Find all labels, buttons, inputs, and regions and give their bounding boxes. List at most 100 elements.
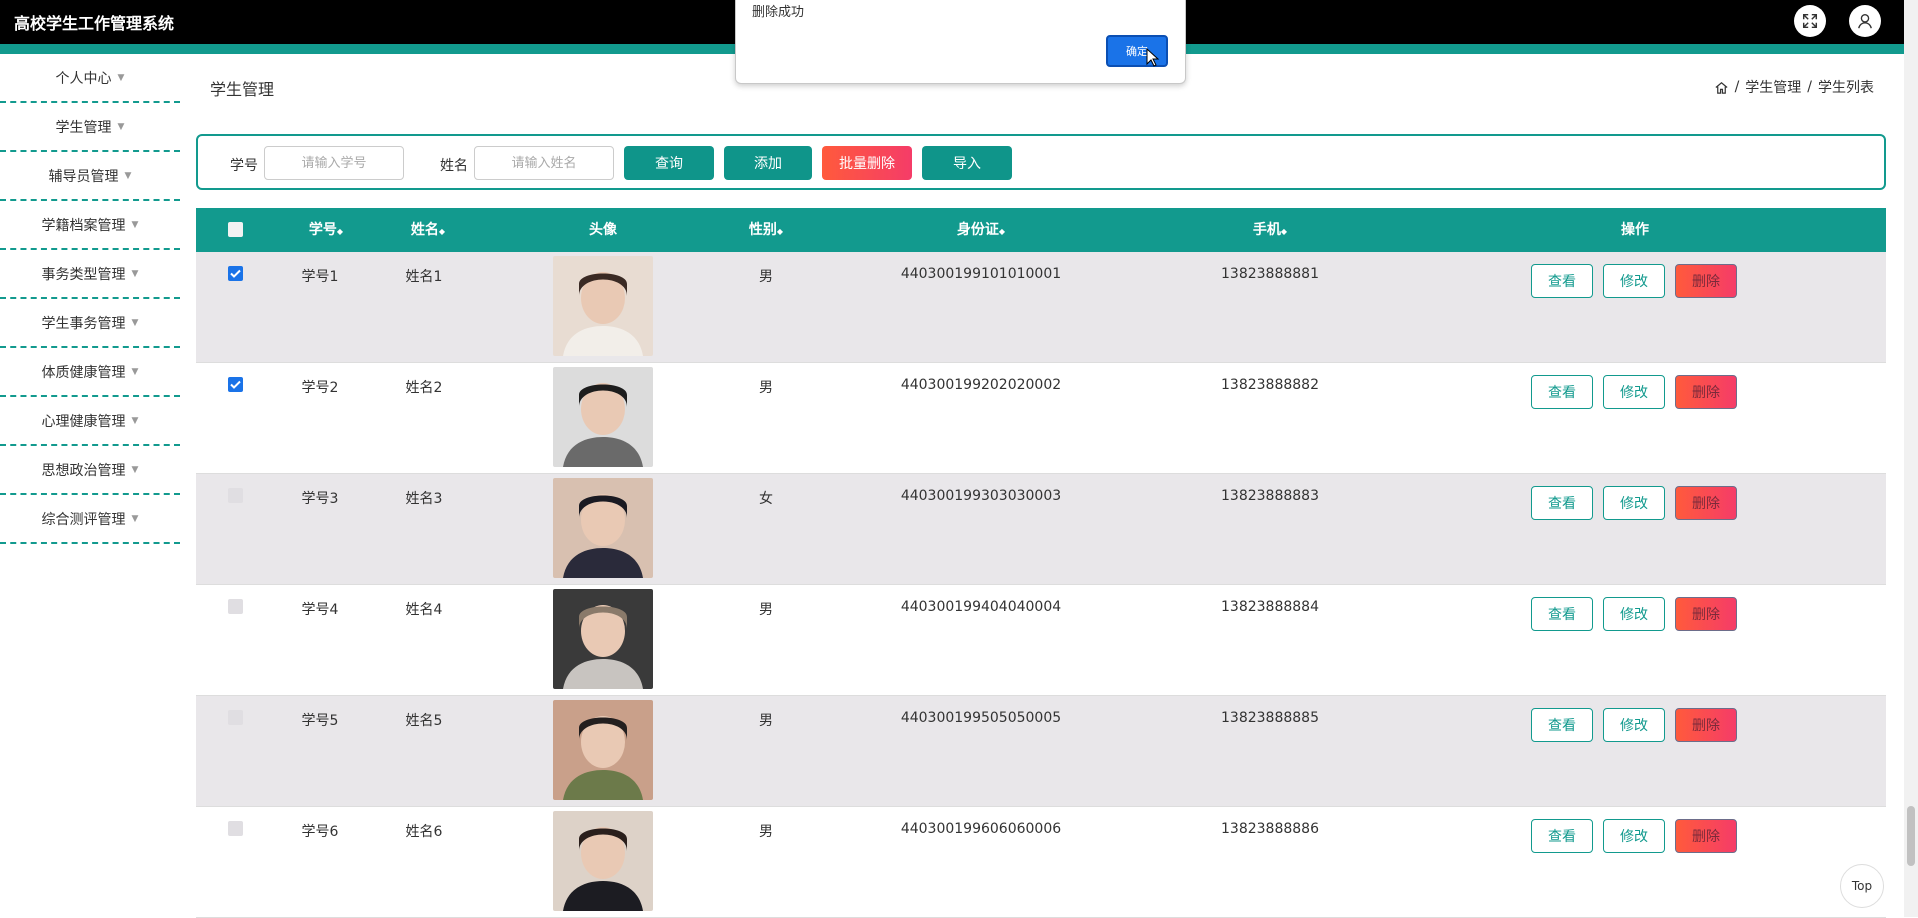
sidebar-item-mental-health[interactable]: 心理健康管理 ▼ bbox=[0, 397, 180, 446]
delete-button[interactable]: 删除 bbox=[1675, 486, 1737, 520]
delete-button[interactable]: 删除 bbox=[1675, 264, 1737, 298]
column-header-id[interactable]: 学号◆ bbox=[309, 208, 343, 252]
row-checkbox[interactable] bbox=[228, 821, 243, 836]
cell-phone: 13823888882 bbox=[1221, 377, 1319, 393]
sort-icon: ◆ bbox=[438, 227, 446, 236]
cell-name: 姓名4 bbox=[405, 602, 443, 618]
student-table: 学号◆ 姓名◆ 头像 性别◆ 身份证◆ 手机◆ 操作 学号1 姓名1 男 440… bbox=[196, 208, 1886, 918]
breadcrumb-separator: / bbox=[1734, 79, 1740, 95]
caret-down-icon: ▼ bbox=[131, 513, 139, 524]
add-button[interactable]: 添加 bbox=[724, 146, 812, 180]
sort-icon: ◆ bbox=[776, 227, 784, 236]
edit-button[interactable]: 修改 bbox=[1603, 264, 1665, 298]
table-row: 学号6 姓名6 男 440300199606060006 13823888886… bbox=[196, 807, 1886, 918]
avatar bbox=[553, 256, 653, 356]
sidebar-item-label: 体质健康管理 bbox=[41, 364, 126, 381]
query-button[interactable]: 查询 bbox=[624, 146, 714, 180]
edit-button[interactable]: 修改 bbox=[1603, 708, 1665, 742]
cell-phone: 13823888885 bbox=[1221, 710, 1319, 726]
scrollbar[interactable] bbox=[1904, 0, 1918, 917]
view-button[interactable]: 查看 bbox=[1531, 597, 1593, 631]
view-button[interactable]: 查看 bbox=[1531, 708, 1593, 742]
cell-phone: 13823888886 bbox=[1221, 821, 1319, 837]
table-row: 学号5 姓名5 男 440300199505050005 13823888885… bbox=[196, 696, 1886, 807]
cell-student-id: 学号5 bbox=[301, 713, 339, 729]
sidebar-item-label: 学生事务管理 bbox=[41, 315, 126, 332]
column-header-actions: 操作 bbox=[1621, 208, 1649, 252]
home-icon[interactable] bbox=[1714, 80, 1729, 95]
edit-button[interactable]: 修改 bbox=[1603, 486, 1665, 520]
edit-button[interactable]: 修改 bbox=[1603, 597, 1665, 631]
sidebar-item-political-education[interactable]: 思想政治管理 ▼ bbox=[0, 446, 180, 495]
sidebar-item-record-management[interactable]: 学籍档案管理 ▼ bbox=[0, 201, 180, 250]
cell-name: 姓名5 bbox=[405, 713, 443, 729]
sort-icon: ◆ bbox=[998, 227, 1006, 236]
row-checkbox[interactable] bbox=[228, 599, 243, 614]
column-header-gender[interactable]: 性别◆ bbox=[749, 208, 783, 252]
row-checkbox[interactable] bbox=[228, 266, 243, 281]
name-input[interactable] bbox=[474, 146, 614, 180]
breadcrumb-item[interactable]: 学生管理 bbox=[1745, 77, 1801, 97]
delete-button[interactable]: 删除 bbox=[1675, 597, 1737, 631]
column-header-idcard[interactable]: 身份证◆ bbox=[957, 208, 1005, 252]
caret-down-icon: ▼ bbox=[131, 268, 139, 279]
avatar bbox=[553, 700, 653, 800]
alert-dialog: 删除成功 确定 bbox=[735, 0, 1186, 84]
user-button[interactable] bbox=[1849, 5, 1881, 37]
search-panel: 学号 姓名 查询 添加 批量删除 导入 bbox=[196, 134, 1886, 190]
student-id-input[interactable] bbox=[264, 146, 404, 180]
sidebar-item-label: 学籍档案管理 bbox=[41, 217, 126, 234]
scrollbar-thumb[interactable] bbox=[1907, 806, 1915, 866]
row-checkbox[interactable] bbox=[228, 377, 243, 392]
sidebar-item-student-affairs[interactable]: 学生事务管理 ▼ bbox=[0, 299, 180, 348]
sidebar-item-label: 心理健康管理 bbox=[41, 413, 126, 430]
sidebar-item-affair-type-management[interactable]: 事务类型管理 ▼ bbox=[0, 250, 180, 299]
cell-idcard: 440300199505050005 bbox=[900, 710, 1062, 726]
avatar bbox=[553, 367, 653, 467]
edit-button[interactable]: 修改 bbox=[1603, 819, 1665, 853]
row-checkbox[interactable] bbox=[228, 488, 243, 503]
cell-student-id: 学号6 bbox=[301, 824, 339, 840]
page-title: 学生管理 bbox=[210, 80, 275, 99]
row-checkbox[interactable] bbox=[228, 710, 243, 725]
sidebar-item-student-management[interactable]: 学生管理 ▼ bbox=[0, 103, 180, 152]
back-to-top-button[interactable]: Top bbox=[1840, 864, 1884, 908]
sidebar-item-label: 思想政治管理 bbox=[41, 462, 126, 479]
import-button[interactable]: 导入 bbox=[922, 146, 1012, 180]
student-id-label: 学号 bbox=[230, 158, 258, 174]
delete-button[interactable]: 删除 bbox=[1675, 375, 1737, 409]
delete-button[interactable]: 删除 bbox=[1675, 708, 1737, 742]
cell-gender: 男 bbox=[759, 380, 773, 396]
view-button[interactable]: 查看 bbox=[1531, 819, 1593, 853]
batch-delete-button[interactable]: 批量删除 bbox=[822, 146, 912, 180]
delete-button[interactable]: 删除 bbox=[1675, 819, 1737, 853]
avatar bbox=[553, 589, 653, 689]
column-header-phone[interactable]: 手机◆ bbox=[1253, 208, 1287, 252]
view-button[interactable]: 查看 bbox=[1531, 375, 1593, 409]
sidebar-item-label: 学生管理 bbox=[55, 119, 112, 136]
mouse-cursor-icon bbox=[1146, 48, 1160, 67]
header-label: 操作 bbox=[1621, 222, 1649, 238]
caret-down-icon: ▼ bbox=[117, 121, 125, 132]
edit-button[interactable]: 修改 bbox=[1603, 375, 1665, 409]
view-button[interactable]: 查看 bbox=[1531, 264, 1593, 298]
cell-gender: 男 bbox=[759, 713, 773, 729]
table-row: 学号2 姓名2 男 440300199202020002 13823888882… bbox=[196, 363, 1886, 474]
sidebar-item-physical-health[interactable]: 体质健康管理 ▼ bbox=[0, 348, 180, 397]
cell-student-id: 学号2 bbox=[301, 380, 339, 396]
sidebar-item-comprehensive-evaluation[interactable]: 综合测评管理 ▼ bbox=[0, 495, 180, 544]
table-row: 学号4 姓名4 男 440300199404040004 13823888884… bbox=[196, 585, 1886, 696]
sidebar-item-personal-center[interactable]: 个人中心 ▼ bbox=[0, 54, 180, 103]
view-button[interactable]: 查看 bbox=[1531, 486, 1593, 520]
fullscreen-button[interactable] bbox=[1794, 5, 1826, 37]
sort-icon: ◆ bbox=[336, 227, 344, 236]
caret-down-icon: ▼ bbox=[131, 366, 139, 377]
header-label: 学号 bbox=[308, 222, 337, 238]
cell-idcard: 440300199404040004 bbox=[900, 599, 1062, 615]
cell-student-id: 学号1 bbox=[301, 269, 339, 285]
select-all-checkbox[interactable] bbox=[228, 222, 243, 237]
sidebar-item-label: 事务类型管理 bbox=[41, 266, 126, 283]
breadcrumb: / 学生管理 / 学生列表 bbox=[1714, 77, 1874, 97]
column-header-name[interactable]: 姓名◆ bbox=[411, 208, 445, 252]
sidebar-item-counselor-management[interactable]: 辅导员管理 ▼ bbox=[0, 152, 180, 201]
